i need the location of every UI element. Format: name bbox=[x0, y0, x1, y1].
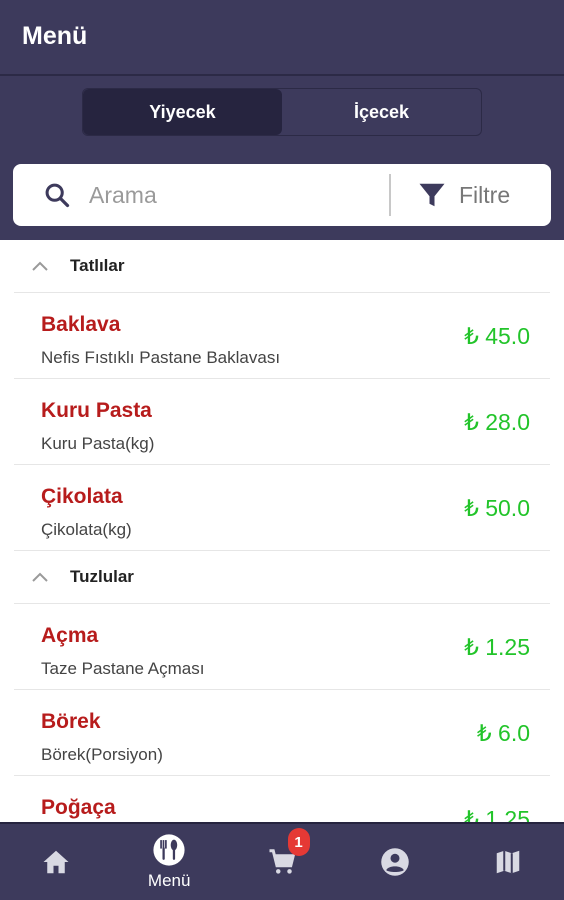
nav-map[interactable] bbox=[451, 824, 564, 900]
nav-account[interactable] bbox=[338, 824, 451, 900]
menu-icon bbox=[153, 834, 185, 866]
nav-home[interactable] bbox=[0, 824, 113, 900]
menu-item-kuru-pasta[interactable]: Kuru Pasta Kuru Pasta(kg) ₺ 28.0 bbox=[14, 379, 550, 465]
filter-icon bbox=[419, 183, 445, 207]
item-price: ₺ 28.0 bbox=[464, 409, 530, 435]
nav-label-menu: Menü bbox=[147, 871, 191, 890]
app-bar: Menü bbox=[0, 0, 564, 76]
nav-menu[interactable]: Menü bbox=[113, 824, 226, 900]
item-name: Çikolata bbox=[41, 485, 123, 508]
item-description: Taze Pastane Açması bbox=[41, 659, 205, 678]
account-icon bbox=[381, 848, 409, 876]
item-name: Poğaça bbox=[41, 796, 116, 819]
search-divider bbox=[389, 174, 391, 216]
menu-item-pogaca[interactable]: Poğaça ₺ 1.25 bbox=[14, 776, 550, 822]
item-description: Kuru Pasta(kg) bbox=[41, 434, 155, 453]
tab-yiyecek[interactable]: Yiyecek bbox=[83, 89, 282, 135]
chevron-up-icon bbox=[32, 261, 48, 271]
item-price: ₺ 6.0 bbox=[477, 720, 530, 746]
section-title: Tuzlular bbox=[70, 567, 134, 586]
search-bar: Filtre bbox=[13, 164, 551, 226]
tab-icecek[interactable]: İçecek bbox=[282, 89, 481, 135]
bottom-nav: Menü 1 bbox=[0, 822, 564, 900]
segmented-control: Yiyecek İçecek bbox=[82, 88, 482, 136]
search-input[interactable] bbox=[89, 174, 379, 216]
section-title: Tatlılar bbox=[70, 256, 125, 275]
chevron-up-icon bbox=[32, 572, 48, 582]
nav-cart[interactable]: 1 bbox=[226, 824, 339, 900]
item-description: Nefis Fıstıklı Pastane Baklavası bbox=[41, 348, 281, 367]
item-price: ₺ 45.0 bbox=[464, 323, 530, 349]
item-description: Börek(Porsiyon) bbox=[41, 745, 163, 764]
menu-item-baklava[interactable]: Baklava Nefis Fıstıklı Pastane Baklavası… bbox=[14, 293, 550, 379]
search-icon[interactable] bbox=[43, 181, 71, 209]
menu-item-cikolata[interactable]: Çikolata Çikolata(kg) ₺ 50.0 bbox=[14, 465, 550, 551]
filter-button[interactable]: Filtre bbox=[401, 172, 541, 218]
item-description: Çikolata(kg) bbox=[41, 520, 132, 539]
cart-badge: 1 bbox=[287, 828, 310, 856]
item-price: ₺ 1.25 bbox=[464, 806, 530, 822]
menu-item-acma[interactable]: Açma Taze Pastane Açması ₺ 1.25 bbox=[14, 604, 550, 690]
section-header-tatlilar[interactable]: Tatlılar bbox=[14, 240, 550, 293]
page-title: Menü bbox=[22, 22, 88, 50]
item-name: Börek bbox=[41, 710, 101, 733]
menu-item-borek[interactable]: Börek Börek(Porsiyon) ₺ 6.0 bbox=[14, 690, 550, 776]
home-icon bbox=[43, 850, 69, 874]
menu-list[interactable]: Tatlılar Baklava Nefis Fıstıklı Pastane … bbox=[0, 240, 564, 822]
map-icon bbox=[496, 850, 519, 874]
item-price: ₺ 1.25 bbox=[464, 634, 530, 660]
item-price: ₺ 50.0 bbox=[464, 495, 530, 521]
section-header-tuzlular[interactable]: Tuzlular bbox=[14, 551, 550, 604]
item-name: Kuru Pasta bbox=[41, 399, 152, 422]
item-name: Açma bbox=[41, 624, 99, 647]
search-area: Filtre bbox=[0, 150, 564, 240]
filter-label: Filtre bbox=[459, 181, 511, 208]
tab-strip: Yiyecek İçecek bbox=[0, 76, 564, 150]
item-name: Baklava bbox=[41, 313, 121, 336]
